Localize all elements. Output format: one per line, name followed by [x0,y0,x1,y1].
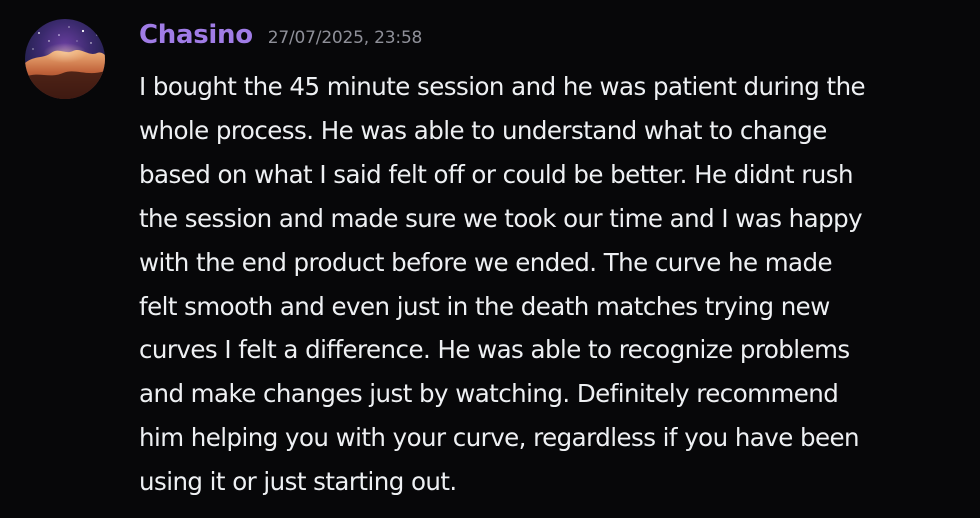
message-text-line: him helping you with your curve, regardl… [139,423,860,453]
author-username[interactable]: Chasino [139,20,253,50]
message-content: I bought the 45 minute session and he wa… [139,65,969,504]
message-text-line: using it or just starting out. [139,467,457,497]
message-timestamp[interactable]: 27/07/2025, 23:58 [268,28,423,48]
message-text-line: felt smooth and even just in the death m… [139,291,830,321]
avatar[interactable] [25,19,105,99]
message-header: Chasino 27/07/2025, 23:58 [139,20,422,56]
nebula-avatar-image [25,19,105,99]
chat-message: Chasino 27/07/2025, 23:58 I bought the 4… [0,0,980,518]
message-text-line: curves I felt a difference. He was able … [139,335,850,365]
message-text-line: and make changes just by watching. Defin… [139,379,839,409]
message-text-line: whole process. He was able to understand… [139,115,827,145]
message-text-line: the session and made sure we took our ti… [139,203,863,233]
message-text-line: I bought the 45 minute session and he wa… [139,72,866,101]
message-text-line: with the end product before we ended. Th… [139,247,833,277]
message-text-line: based on what I said felt off or could b… [139,159,854,189]
